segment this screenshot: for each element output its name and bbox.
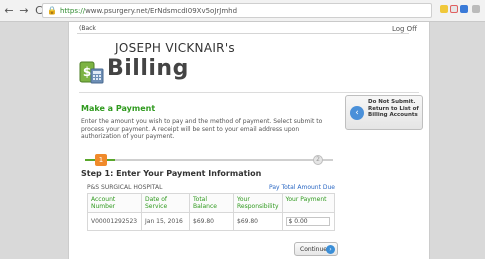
back-link[interactable]: (Back xyxy=(79,25,96,32)
pay-total-link[interactable]: Pay Total Amount Due xyxy=(269,184,335,191)
table-header-row: Account Number Date of Service Total Bal… xyxy=(87,193,336,213)
svg-text:$: $ xyxy=(83,65,91,79)
table-row: V00001292523 Jan 15, 2016 $69.80 $69.80 xyxy=(87,212,336,231)
logoff-link[interactable]: Log Off xyxy=(392,25,417,33)
back-arrow-icon[interactable]: ← xyxy=(3,4,15,18)
your-payment-cell xyxy=(281,212,336,231)
extension-icon[interactable] xyxy=(440,5,448,13)
billing-icon: $ xyxy=(79,61,104,84)
column-header: Your Payment xyxy=(281,193,336,213)
extension-icon[interactable] xyxy=(450,5,458,13)
accounts-table: Account Number Date of Service Total Bal… xyxy=(87,193,336,231)
address-bar[interactable]: 🔒 https:// www.psurgery.net/ErNdsmcdI09X… xyxy=(42,3,432,18)
forward-arrow-icon[interactable]: → xyxy=(18,4,30,18)
step-2-marker: 2 xyxy=(313,155,323,165)
menu-icon[interactable] xyxy=(472,5,480,13)
browser-toolbar: ← → C 🔒 https:// www.psurgery.net/ErNdsm… xyxy=(0,0,485,22)
step-1-marker: 1 xyxy=(95,154,107,166)
billing-header: $ JOSEPH VICKNAIR's Billing xyxy=(79,38,419,96)
return-to-accounts-button[interactable]: ‹ Do Not Submit. Return to List of Billi… xyxy=(345,95,423,130)
continue-label: Continue xyxy=(300,245,327,253)
page-title: Billing xyxy=(107,56,189,81)
divider xyxy=(79,92,419,93)
total-balance: $69.80 xyxy=(189,212,234,231)
continue-button[interactable]: Continue › xyxy=(294,242,338,256)
payment-section: Make a Payment Enter the amount you wish… xyxy=(81,104,343,141)
step-label: Step 1: Enter Your Payment Information xyxy=(81,169,262,178)
column-header: Date of Service xyxy=(141,193,190,213)
arrow-right-icon: › xyxy=(326,245,335,254)
date-of-service: Jan 15, 2016 xyxy=(141,212,190,231)
progress-track xyxy=(85,159,333,161)
arrow-left-icon: ‹ xyxy=(350,106,364,120)
return-to-accounts-label: Do Not Submit. Return to List of Billing… xyxy=(368,99,419,118)
extension-icon[interactable] xyxy=(460,5,468,13)
section-title: Make a Payment xyxy=(81,104,156,113)
url-path: www.psurgery.net/ErNdsmcdI09Xv5oJrJmhd xyxy=(85,6,238,15)
payment-amount-input[interactable] xyxy=(285,217,330,226)
column-header: Account Number xyxy=(87,193,142,213)
page-content: (Back Log Off $ JOSEPH VICKNAIR's Billin… xyxy=(68,22,430,259)
your-responsibility: $69.80 xyxy=(233,212,283,231)
column-header: Your Responsibility xyxy=(233,193,283,213)
lock-icon: 🔒 xyxy=(47,6,57,15)
account-owner-name: JOSEPH VICKNAIR's xyxy=(115,41,235,55)
column-header: Total Balance xyxy=(189,193,234,213)
divider xyxy=(77,33,409,34)
url-scheme: https:// xyxy=(59,6,86,15)
step-progress: 1 2 xyxy=(81,154,343,166)
hospital-name: P&S SURGICAL HOSPITAL xyxy=(87,184,163,191)
payment-instructions: Enter the amount you wish to pay and the… xyxy=(81,118,323,140)
account-number: V00001292523 xyxy=(87,212,142,231)
